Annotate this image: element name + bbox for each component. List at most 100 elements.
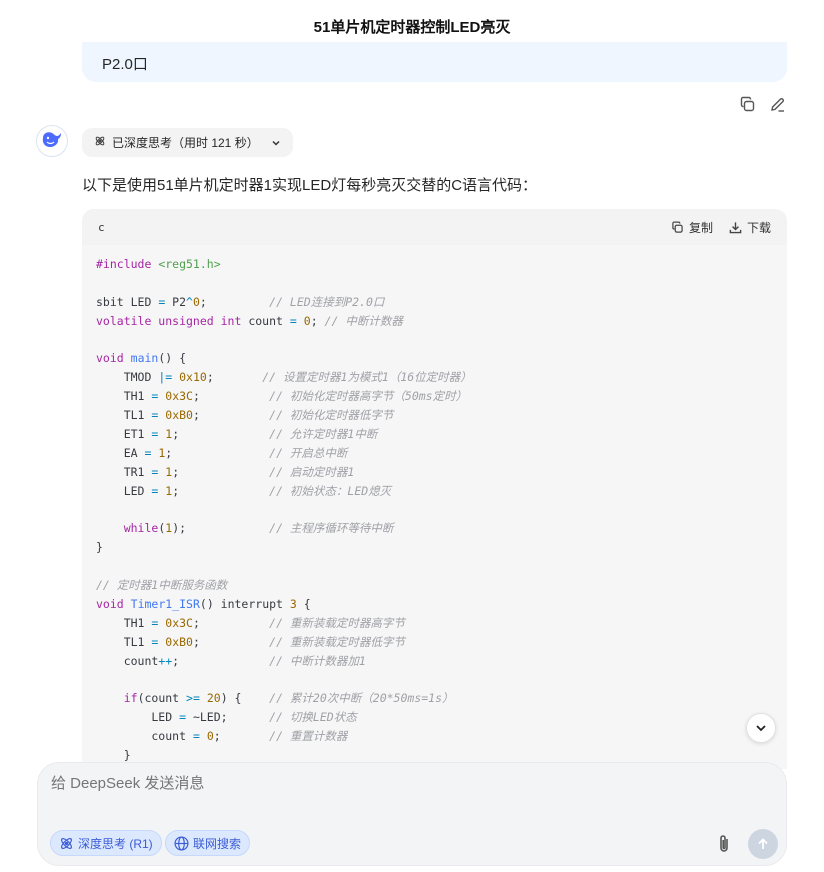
- code-token: // 初始化定时器高字节（50ms定时）: [269, 389, 468, 404]
- code-token: void: [96, 597, 124, 612]
- download-code-button[interactable]: 下载: [729, 219, 771, 236]
- code-line: void main() {: [96, 349, 773, 368]
- code-token: ;: [192, 389, 270, 404]
- code-token: {: [296, 597, 311, 612]
- code-token: ;: [165, 445, 270, 460]
- code-token: ~LED;: [186, 710, 270, 725]
- code-token: ;: [192, 615, 270, 630]
- assistant-intro: 以下是使用51单片机定时器1实现LED灯每秒亮灭交替的C语言代码：: [82, 177, 538, 194]
- code-token: ET1: [96, 427, 152, 442]
- code-token: ++: [158, 653, 173, 668]
- code-token: void: [96, 351, 124, 366]
- code-line: count = 0; // 重置计数器: [96, 727, 773, 746]
- thinking-label: 已深度思考（用时 121 秒）: [112, 136, 259, 150]
- page-title: 51单片机定时器控制LED亮灭: [313, 19, 511, 36]
- code-token: ;: [192, 634, 270, 649]
- code-token: // LED连接到P2.0口: [269, 294, 385, 309]
- code-token: count: [241, 313, 290, 328]
- code-token: 20: [206, 691, 221, 706]
- deep-think-toggle[interactable]: 深度思考 (R1): [50, 830, 162, 856]
- code-line: LED = 1; // 初始状态：LED熄灭: [96, 482, 773, 501]
- web-search-toggle[interactable]: 联网搜索: [165, 830, 251, 856]
- globe-icon: [174, 835, 189, 851]
- code-token: 0: [192, 294, 200, 309]
- code-token: while: [123, 521, 159, 536]
- code-token: TMOD: [96, 370, 159, 385]
- code-token: count: [96, 729, 193, 744]
- code-token: // 初始化定时器低字节: [269, 408, 394, 423]
- code-line: volatile unsigned int count = 0; // 中断计数…: [96, 312, 773, 331]
- code-token: () interrupt: [199, 597, 290, 612]
- code-token: =: [289, 313, 297, 328]
- code-token: =: [192, 729, 200, 744]
- code-token: // 中断计数器加1: [269, 653, 366, 668]
- thinking-toggle[interactable]: 已深度思考（用时 121 秒）: [82, 128, 293, 157]
- code-token: // 重置计数器: [269, 729, 348, 744]
- code-block-header: c 复制 下载: [82, 209, 787, 245]
- code-token: if: [123, 691, 138, 706]
- code-token: TH1: [96, 615, 152, 630]
- code-token: // 重新装载定时器低字节: [269, 634, 405, 649]
- code-token: ) {: [220, 691, 270, 706]
- arrow-up-icon: [756, 837, 770, 851]
- code-token: Timer1_ISR: [130, 597, 200, 612]
- code-token: ;: [199, 294, 270, 309]
- code-line: #include <reg51.h>: [96, 255, 773, 274]
- code-token: volatile unsigned int: [96, 313, 242, 328]
- code-token: ;: [172, 653, 270, 668]
- chevron-down-icon: [271, 138, 281, 148]
- code-line: TL1 = 0xB0; // 初始化定时器低字节: [96, 406, 773, 425]
- code-language: c: [98, 220, 105, 234]
- code-line: if(count >= 20) { // 累计20次中断（20*50ms=1s）: [96, 689, 773, 708]
- code-line: void Timer1_ISR() interrupt 3 {: [96, 595, 773, 614]
- code-token: // 允许定时器1中断: [269, 427, 378, 442]
- code-token: TL1: [96, 634, 152, 649]
- web-search-label: 联网搜索: [193, 836, 242, 851]
- code-token: ;: [310, 313, 325, 328]
- code-token: |=: [158, 370, 173, 385]
- code-token: // 重新装载定时器高字节: [269, 615, 405, 630]
- code-token: 0x3C: [165, 615, 193, 630]
- scroll-to-bottom-button[interactable]: [746, 713, 776, 743]
- code-line: TH1 = 0x3C; // 重新装载定时器高字节: [96, 614, 773, 633]
- code-token: TR1: [96, 464, 152, 479]
- code-token: TL1: [96, 408, 152, 423]
- code-token: // 设置定时器1为模式1（16位定时器）: [262, 370, 472, 385]
- code-token: <reg51.h>: [158, 257, 221, 271]
- code-line: while(1); // 主程序循环等待中断: [96, 519, 773, 538]
- code-token: ^: [186, 294, 193, 309]
- code-token: }: [96, 748, 131, 763]
- message-input[interactable]: [51, 775, 691, 792]
- send-button[interactable]: [748, 829, 778, 859]
- code-token: ;: [192, 408, 270, 423]
- code-token: // 启动定时器1: [269, 464, 355, 479]
- deep-think-label: 深度思考 (R1): [78, 836, 153, 851]
- code-token: // 定时器1中断服务函数: [96, 578, 228, 593]
- code-token: );: [172, 521, 270, 536]
- code-token: // 累计20次中断（20*50ms=1s）: [269, 691, 454, 706]
- atom-icon: [94, 135, 106, 150]
- edit-icon[interactable]: [767, 94, 787, 114]
- attach-button[interactable]: [712, 832, 736, 856]
- download-icon: [729, 221, 742, 234]
- code-token: // 初始状态：LED熄灭: [269, 483, 392, 498]
- code-token: // 中断计数器: [324, 313, 403, 328]
- download-code-label: 下载: [746, 220, 771, 235]
- code-line: sbit LED = P2^0; // LED连接到P2.0口: [96, 293, 773, 312]
- code-token: >=: [186, 691, 200, 706]
- code-token: ;: [172, 483, 270, 498]
- code-token: #include: [96, 257, 159, 271]
- code-line: TH1 = 0x3C; // 初始化定时器高字节（50ms定时）: [96, 387, 773, 406]
- copy-icon[interactable]: [737, 94, 757, 114]
- copy-code-button[interactable]: 复制: [671, 219, 713, 236]
- code-token: =: [179, 710, 187, 725]
- code-token: // 开启总中断: [269, 445, 348, 460]
